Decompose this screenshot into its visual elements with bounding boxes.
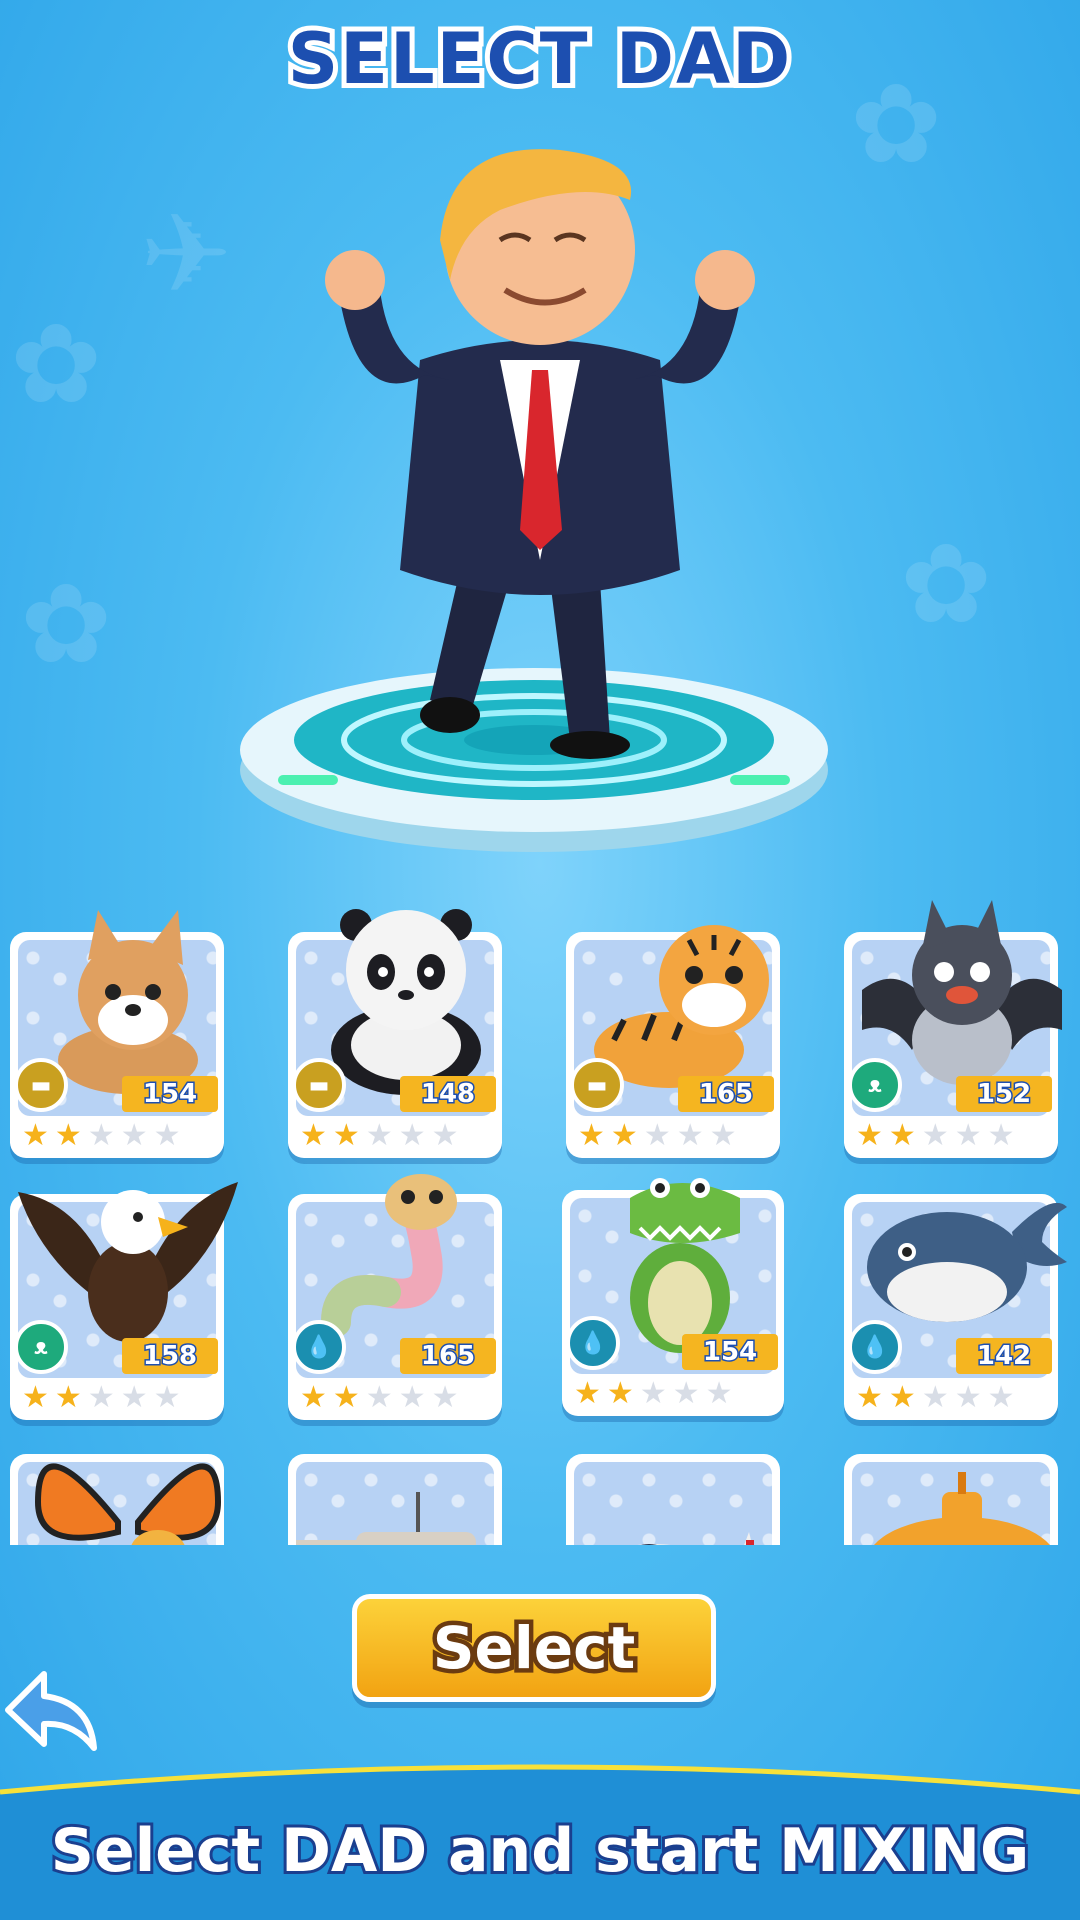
star-icon: ★ bbox=[365, 1380, 393, 1415]
star-icon: ★ bbox=[676, 1118, 704, 1153]
star-rating: ★ ★ ★ ★ ★ bbox=[22, 1120, 181, 1152]
dad-card-butterfly[interactable] bbox=[10, 1454, 224, 1545]
star-icon: ★ bbox=[709, 1118, 737, 1153]
star-rating: ★ ★ ★ ★ ★ bbox=[578, 1120, 737, 1152]
power-value: 152 bbox=[956, 1076, 1052, 1112]
star-icon: ★ bbox=[888, 1380, 916, 1415]
star-icon: ★ bbox=[987, 1380, 1015, 1415]
card-art bbox=[296, 1462, 494, 1545]
dad-card-jet[interactable] bbox=[566, 1454, 780, 1545]
paw-decoration: ✿ bbox=[900, 520, 993, 648]
dad-card-panda[interactable]: ▬ 148 ★ ★ ★ ★ ★ bbox=[288, 909, 502, 1158]
gold-element-icon: ▬ bbox=[570, 1058, 624, 1112]
paw-decoration: ✿ bbox=[20, 560, 113, 688]
page-title: SELECT DAD bbox=[283, 13, 796, 105]
back-arrow-icon[interactable] bbox=[4, 1668, 100, 1754]
wind-element-icon: ᴥ bbox=[848, 1058, 902, 1112]
dad-card-bat[interactable]: ᴥ 152 ★ ★ ★ ★ ★ bbox=[844, 900, 1062, 1158]
card-art bbox=[852, 1462, 1050, 1545]
star-icon: ★ bbox=[398, 1118, 426, 1153]
star-icon: ★ bbox=[610, 1118, 638, 1153]
star-icon: ★ bbox=[332, 1118, 360, 1153]
star-icon: ★ bbox=[398, 1380, 426, 1415]
dad-card-eagle[interactable]: ᴥ 158 ★ ★ ★ ★ ★ bbox=[10, 1182, 238, 1420]
star-icon: ★ bbox=[672, 1376, 700, 1411]
gold-element-icon: ▬ bbox=[14, 1058, 68, 1112]
butterfly-icon bbox=[34, 1463, 222, 1545]
power-value: 165 bbox=[678, 1076, 774, 1112]
star-icon: ★ bbox=[153, 1118, 181, 1153]
power-value: 154 bbox=[122, 1076, 218, 1112]
star-icon: ★ bbox=[300, 1380, 327, 1415]
paw-decoration: ✿ bbox=[10, 300, 103, 428]
star-icon: ★ bbox=[22, 1118, 49, 1153]
water-element-icon: 💧 bbox=[848, 1320, 902, 1374]
star-icon: ★ bbox=[22, 1380, 49, 1415]
star-icon: ★ bbox=[888, 1118, 916, 1153]
star-icon: ★ bbox=[431, 1118, 459, 1153]
star-rating: ★ ★ ★ ★ ★ bbox=[856, 1120, 1015, 1152]
plane-decoration: ✈ bbox=[140, 190, 233, 318]
water-element-icon: 💧 bbox=[566, 1316, 620, 1370]
star-icon: ★ bbox=[365, 1118, 393, 1153]
tank-icon bbox=[296, 1492, 476, 1545]
card-art bbox=[574, 1462, 772, 1545]
star-icon: ★ bbox=[120, 1118, 148, 1153]
star-rating: ★ ★ ★ ★ ★ bbox=[300, 1120, 459, 1152]
dad-card-dog[interactable]: ▬ 154 ★ ★ ★ ★ ★ bbox=[10, 910, 224, 1158]
star-icon: ★ bbox=[87, 1380, 115, 1415]
dad-card-tank[interactable] bbox=[288, 1454, 502, 1545]
star-icon: ★ bbox=[643, 1118, 671, 1153]
star-icon: ★ bbox=[87, 1118, 115, 1153]
star-icon: ★ bbox=[954, 1118, 982, 1153]
dad-card-submarine[interactable] bbox=[844, 1454, 1058, 1545]
star-icon: ★ bbox=[574, 1376, 601, 1411]
gold-element-icon: ▬ bbox=[292, 1058, 346, 1112]
star-rating: ★ ★ ★ ★ ★ bbox=[574, 1378, 733, 1410]
star-icon: ★ bbox=[856, 1380, 883, 1415]
star-icon: ★ bbox=[639, 1376, 667, 1411]
star-icon: ★ bbox=[332, 1380, 360, 1415]
jet-icon bbox=[637, 1532, 754, 1545]
star-icon: ★ bbox=[954, 1380, 982, 1415]
dad-card-grid: ▬ 154 ★ ★ ★ ★ ★ ▬ 148 ★ ★ ★ ★ ★ ▬ 165 ★ … bbox=[0, 880, 1080, 1545]
dad-card-tiger[interactable]: ▬ 165 ★ ★ ★ ★ ★ bbox=[566, 925, 780, 1158]
star-icon: ★ bbox=[856, 1118, 883, 1153]
card-art bbox=[18, 1462, 222, 1545]
water-element-icon: 💧 bbox=[292, 1320, 346, 1374]
star-icon: ★ bbox=[300, 1118, 327, 1153]
star-icon: ★ bbox=[153, 1380, 181, 1415]
star-icon: ★ bbox=[921, 1380, 949, 1415]
dad-card-crocodile[interactable]: 💧 154 ★ ★ ★ ★ ★ bbox=[562, 1178, 784, 1416]
star-icon: ★ bbox=[921, 1118, 949, 1153]
power-value: 148 bbox=[400, 1076, 496, 1112]
power-value: 165 bbox=[400, 1338, 496, 1374]
banner-text: Select DAD and start MIXING bbox=[48, 1813, 1032, 1889]
star-icon: ★ bbox=[54, 1380, 82, 1415]
star-icon: ★ bbox=[578, 1118, 605, 1153]
star-icon: ★ bbox=[606, 1376, 634, 1411]
star-rating: ★ ★ ★ ★ ★ bbox=[856, 1382, 1015, 1414]
submarine-icon bbox=[874, 1472, 1050, 1545]
star-icon: ★ bbox=[987, 1118, 1015, 1153]
star-icon: ★ bbox=[431, 1380, 459, 1415]
power-value: 154 bbox=[682, 1334, 778, 1370]
wind-element-icon: ᴥ bbox=[14, 1320, 68, 1374]
star-rating: ★ ★ ★ ★ ★ bbox=[22, 1382, 181, 1414]
star-icon: ★ bbox=[54, 1118, 82, 1153]
power-value: 158 bbox=[122, 1338, 218, 1374]
select-button[interactable]: Select bbox=[352, 1594, 716, 1702]
power-value: 142 bbox=[956, 1338, 1052, 1374]
dad-card-snake[interactable]: 💧 165 ★ ★ ★ ★ ★ bbox=[288, 1174, 502, 1420]
star-icon: ★ bbox=[705, 1376, 733, 1411]
dad-card-whale[interactable]: 💧 142 ★ ★ ★ ★ ★ bbox=[844, 1194, 1067, 1420]
star-icon: ★ bbox=[120, 1380, 148, 1415]
hero-character bbox=[325, 149, 755, 759]
star-rating: ★ ★ ★ ★ ★ bbox=[300, 1382, 459, 1414]
